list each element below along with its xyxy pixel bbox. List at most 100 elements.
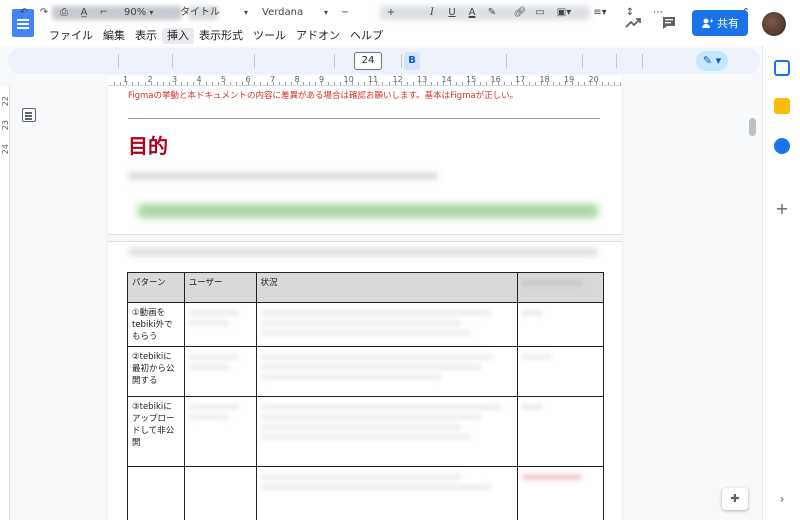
table-row: ①動画をtebiki外でもらう [127, 302, 604, 347]
menu-format[interactable]: 表示形式 [194, 28, 248, 44]
ruler-tick [412, 82, 414, 85]
bold-button[interactable]: B [404, 52, 420, 70]
page-break [108, 234, 622, 242]
vertical-ruler[interactable]: 22 23 24 [0, 86, 10, 520]
menu-bar: ファイル 編集 表示 挿入 表示形式 ツール アドオン ヘルプ [44, 28, 388, 44]
table-cell-status [255, 466, 519, 520]
redo-icon[interactable]: ↷ [36, 4, 52, 22]
ruler-tick [254, 82, 256, 85]
paint-format-icon[interactable]: ⌐ [96, 4, 112, 22]
document-outline-icon[interactable] [22, 108, 36, 122]
menu-file[interactable]: ファイル [44, 28, 98, 44]
ruler-tick [333, 82, 335, 85]
scrollbar-thumb[interactable] [749, 118, 756, 136]
ruler-tick [321, 82, 323, 85]
calendar-icon[interactable] [774, 60, 790, 76]
ruler-tick [620, 82, 622, 85]
table-header-row: パターン ユーザー 状況 [127, 272, 604, 303]
highlight-icon[interactable]: ✎ [484, 4, 500, 22]
ruler-tick [589, 82, 591, 85]
menu-tools[interactable]: ツール [248, 28, 291, 44]
horizontal-ruler[interactable]: 1 2 3 4 5 6 7 8 9 10 11 12 13 14 15 16 17 18 19 20 [108, 75, 622, 86]
ruler-tick [516, 82, 518, 85]
tasks-icon[interactable] [774, 138, 790, 154]
vruler-mark: 22 [1, 96, 10, 107]
font-size-increase-button[interactable]: + [384, 4, 398, 22]
vruler-mark: 24 [1, 144, 10, 155]
keep-icon[interactable] [774, 98, 790, 114]
ruler-tick [260, 82, 262, 85]
menu-help[interactable]: ヘルプ [345, 28, 388, 44]
ruler-tick [278, 82, 280, 85]
table-row: ②tebikiに最初から公開する [127, 346, 604, 397]
font-select[interactable]: Verdana ▾ [262, 4, 330, 22]
ruler-tick [303, 82, 305, 85]
font-value: Verdana [262, 7, 304, 18]
ruler-tick [248, 82, 250, 85]
undo-icon[interactable]: ↶ [16, 4, 32, 22]
ruler-tick [126, 82, 128, 85]
menu-insert[interactable]: 挿入 [162, 28, 194, 44]
link-icon[interactable]: 🔗︎ [512, 4, 528, 22]
ruler-tick [602, 82, 603, 85]
ruler-tick [351, 82, 353, 85]
ruler-tick [290, 82, 292, 85]
ruler-tick [223, 82, 225, 85]
expand-panel-chevron-icon[interactable]: › [775, 492, 789, 506]
ruler-tick [510, 82, 512, 85]
underline-button[interactable]: U [444, 4, 460, 22]
font-size-input[interactable]: 24 [354, 52, 382, 70]
ruler-tick [272, 82, 274, 85]
ruler-tick [315, 82, 317, 85]
table-cell-status [255, 302, 519, 347]
zoom-select[interactable]: 90% ▾ [124, 4, 170, 22]
font-size-decrease-button[interactable]: − [338, 4, 352, 22]
table-cell-pattern: ①動画をtebiki外でもらう [127, 302, 185, 347]
ruler-tick [492, 82, 494, 85]
add-addon-icon[interactable]: + [775, 201, 789, 217]
line-spacing-icon[interactable]: ↕ [622, 4, 638, 22]
menu-edit[interactable]: 編集 [98, 28, 130, 44]
ruler-tick [553, 82, 555, 85]
share-label: 共有 [717, 17, 739, 30]
table-cell-pattern [127, 466, 185, 520]
table-header: パターン [127, 272, 185, 303]
ruler-tick [425, 82, 427, 85]
print-icon[interactable]: ⎙ [56, 4, 72, 22]
pattern-table[interactable]: パターン ユーザー 状況 ①動画をtebiki外でもらう ②tebikiに最初か… [127, 272, 604, 520]
ruler-tick [431, 82, 433, 85]
ruler-tick [156, 82, 158, 85]
align-icon[interactable]: ≡▾ [588, 4, 612, 22]
table-cell-pattern: ③tebikiにアップロードして非公開 [127, 396, 185, 467]
style-select[interactable]: タイトル ▾ [180, 4, 250, 22]
ruler-tick [144, 82, 146, 85]
text-color-button[interactable]: A [464, 4, 480, 22]
app-header: ファイル 編集 表示 挿入 表示形式 ツール アドオン ヘルプ 共有 [0, 0, 800, 46]
explore-icon[interactable]: ✚ [722, 488, 748, 510]
hide-menus-chevron-icon[interactable]: ⌃ [738, 4, 754, 22]
section-heading: 目的 [128, 134, 168, 158]
ruler-tick [565, 82, 567, 85]
insert-image-icon[interactable]: ▣▾ [552, 4, 576, 22]
ruler-tick [358, 82, 359, 85]
italic-button[interactable]: I [424, 4, 440, 22]
menu-addons[interactable]: アドオン [291, 28, 345, 44]
ruler-tick [181, 82, 183, 85]
document-page[interactable]: Figmaの挙動と本ドキュメントの内容に差異がある場合は確認お願いします。基本は… [108, 86, 622, 520]
ruler-tick [528, 82, 530, 85]
menu-view[interactable]: 表示 [130, 28, 162, 44]
ruler-tick [498, 82, 500, 85]
avatar[interactable] [762, 12, 786, 36]
share-person-icon [702, 18, 713, 28]
ruler-tick [583, 82, 585, 85]
spellcheck-icon[interactable]: A̲ [76, 4, 92, 22]
add-comment-icon[interactable]: ▭ [532, 4, 548, 22]
ruler-tick [120, 82, 122, 85]
more-options-icon[interactable]: ⋯ [650, 4, 666, 22]
table-cell-extra [517, 302, 604, 347]
ruler-tick [205, 82, 207, 85]
ruler-tick [577, 82, 579, 85]
ruler-tick [388, 82, 390, 85]
ruler-tick [534, 82, 536, 85]
editing-mode-button[interactable]: ✎ ▾ [696, 51, 728, 71]
